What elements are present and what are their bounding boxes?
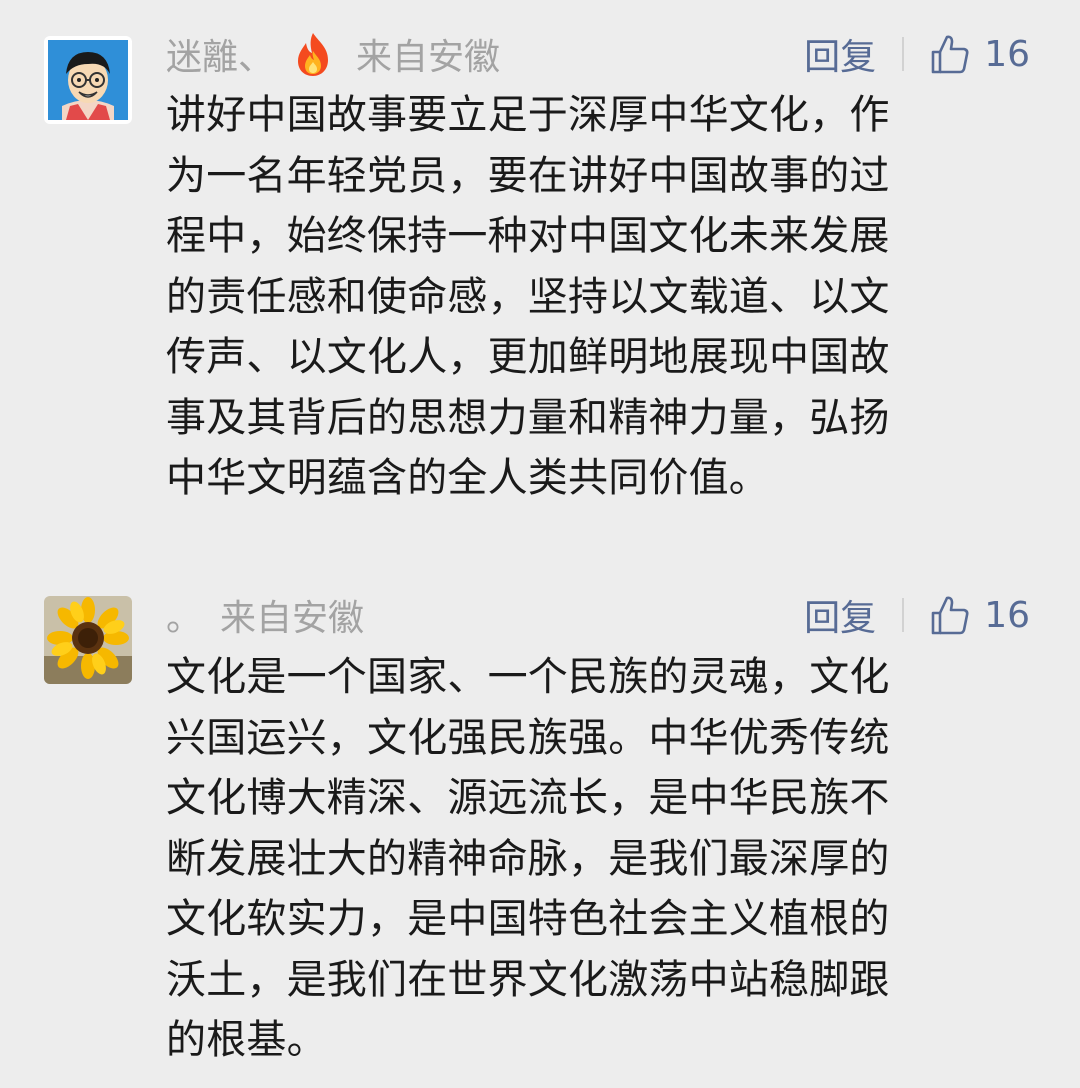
location-label: 来自安徽 xyxy=(220,598,365,639)
comment-line: 文化是一个国家、一个民族的灵魂，文化 xyxy=(166,654,890,700)
comment-text: 文化是一个国家、一个民族的灵魂，文化 兴国运兴，文化强民族强。中华优秀传统 文化… xyxy=(166,647,1006,1071)
username[interactable]: 迷離、 xyxy=(166,28,274,80)
divider xyxy=(902,598,905,632)
location-label: 来自安徽 xyxy=(356,37,501,78)
username[interactable]: 。 xyxy=(166,589,202,641)
divider xyxy=(902,37,905,71)
comment-line: 中华文明蕴含的全人类共同价值。 xyxy=(166,455,769,501)
comment-text: 讲好中国故事要立足于深厚中华文化，作 为一名年轻党员，要在讲好中国故事的过 程中… xyxy=(166,85,1006,509)
thumbs-up-icon[interactable] xyxy=(930,594,970,636)
fire-icon xyxy=(292,31,334,77)
comment-actions: 回复 16 xyxy=(804,24,1030,84)
comment-line: 断发展壮大的精神命脉，是我们最深厚的 xyxy=(166,835,890,882)
like-count: 16 xyxy=(984,594,1030,636)
comment-line: 传声、以文化人，更加鲜明地展现中国故 xyxy=(166,334,890,380)
comment-line: 为一名年轻党员，要在讲好中国故事的过 xyxy=(166,152,890,199)
comment-line: 文化博大精深、源远流长，是中华民族不 xyxy=(166,775,890,821)
comment-line: 兴国运兴，文化强民族强。中华优秀传统 xyxy=(166,714,890,761)
thumbs-up-icon[interactable] xyxy=(930,33,970,75)
comment-line: 文化软实力，是中国特色社会主义植根的 xyxy=(166,896,890,942)
avatar[interactable] xyxy=(44,596,132,684)
reply-button[interactable]: 回复 xyxy=(804,589,876,641)
reply-button[interactable]: 回复 xyxy=(804,28,876,80)
comment-line: 沃土，是我们在世界文化激荡中站稳脚跟 xyxy=(166,956,890,1003)
avatar[interactable] xyxy=(44,36,132,124)
comment-line: 的责任感和使命感，坚持以文载道、以文 xyxy=(166,273,890,320)
comment-header: 。 来自安徽 xyxy=(166,585,364,645)
comment-line: 事及其背后的思想力量和精神力量，弘扬 xyxy=(166,394,890,441)
comment-header: 迷離、 来自安徽 xyxy=(166,24,500,84)
comment-line: 程中，始终保持一种对中国文化未来发展 xyxy=(166,213,890,259)
comment-actions: 回复 16 xyxy=(804,585,1030,645)
comment-line: 的根基。 xyxy=(166,1017,327,1063)
like-count: 16 xyxy=(984,33,1030,75)
comment-line: 讲好中国故事要立足于深厚中华文化，作 xyxy=(166,92,890,138)
